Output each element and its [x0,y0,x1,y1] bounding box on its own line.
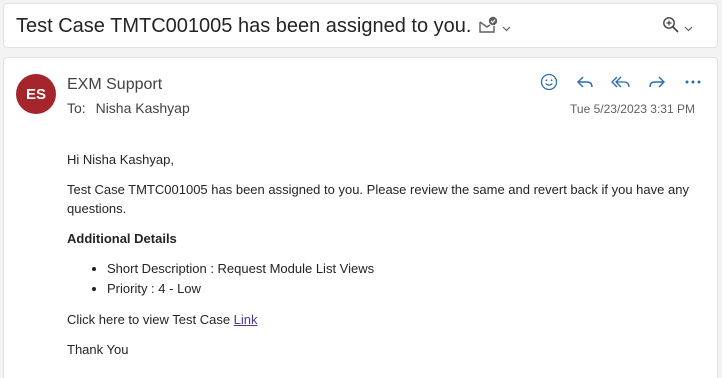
chevron-down-icon[interactable] [684,19,693,37]
link-line: Click here to view Test Case Link [67,310,697,329]
greeting: Hi Nisha Kashyap, [67,152,174,167]
timestamp: Tue 5/23/2023 3:31 PM [570,102,695,116]
email-subject: Test Case TMTC001005 has been assigned t… [16,15,472,37]
mail-check-icon[interactable] [478,16,498,39]
details-heading: Additional Details [67,231,177,246]
message-actions [531,70,711,94]
avatar[interactable]: ES [16,74,56,114]
subject-bar: Test Case TMTC001005 has been assigned t… [3,3,718,48]
zoom-menu[interactable] [662,16,693,39]
recipient-name[interactable]: Nisha Kashyap [96,100,190,116]
reply-all-icon[interactable] [603,70,639,94]
zoom-icon[interactable] [662,16,680,39]
list-item: Priority : 4 - Low [107,279,697,299]
sender-name[interactable]: EXM Support [67,76,162,94]
mark-read-menu[interactable] [478,16,511,39]
test-case-link[interactable]: Link [234,312,258,327]
message-body: Hi Nisha Kashyap, Test Case TMTC001005 h… [67,150,697,370]
chevron-down-icon[interactable] [502,19,511,37]
more-icon[interactable] [675,70,711,94]
recipient-line: To: Nisha Kashyap [67,100,190,116]
reply-icon[interactable] [567,70,603,94]
message-card: ES EXM Support To: Nisha Kashyap Tue 5/2… [3,57,718,378]
link-prefix: Click here to view Test Case [67,312,234,327]
list-item: Short Description : Request Module List … [107,259,697,279]
forward-icon[interactable] [639,70,675,94]
to-label: To: [67,100,86,116]
closing: Thank You [67,342,129,357]
emoji-icon[interactable] [531,70,567,94]
details-list: Short Description : Request Module List … [107,259,697,299]
body-paragraph: Test Case TMTC001005 has been assigned t… [67,182,689,216]
